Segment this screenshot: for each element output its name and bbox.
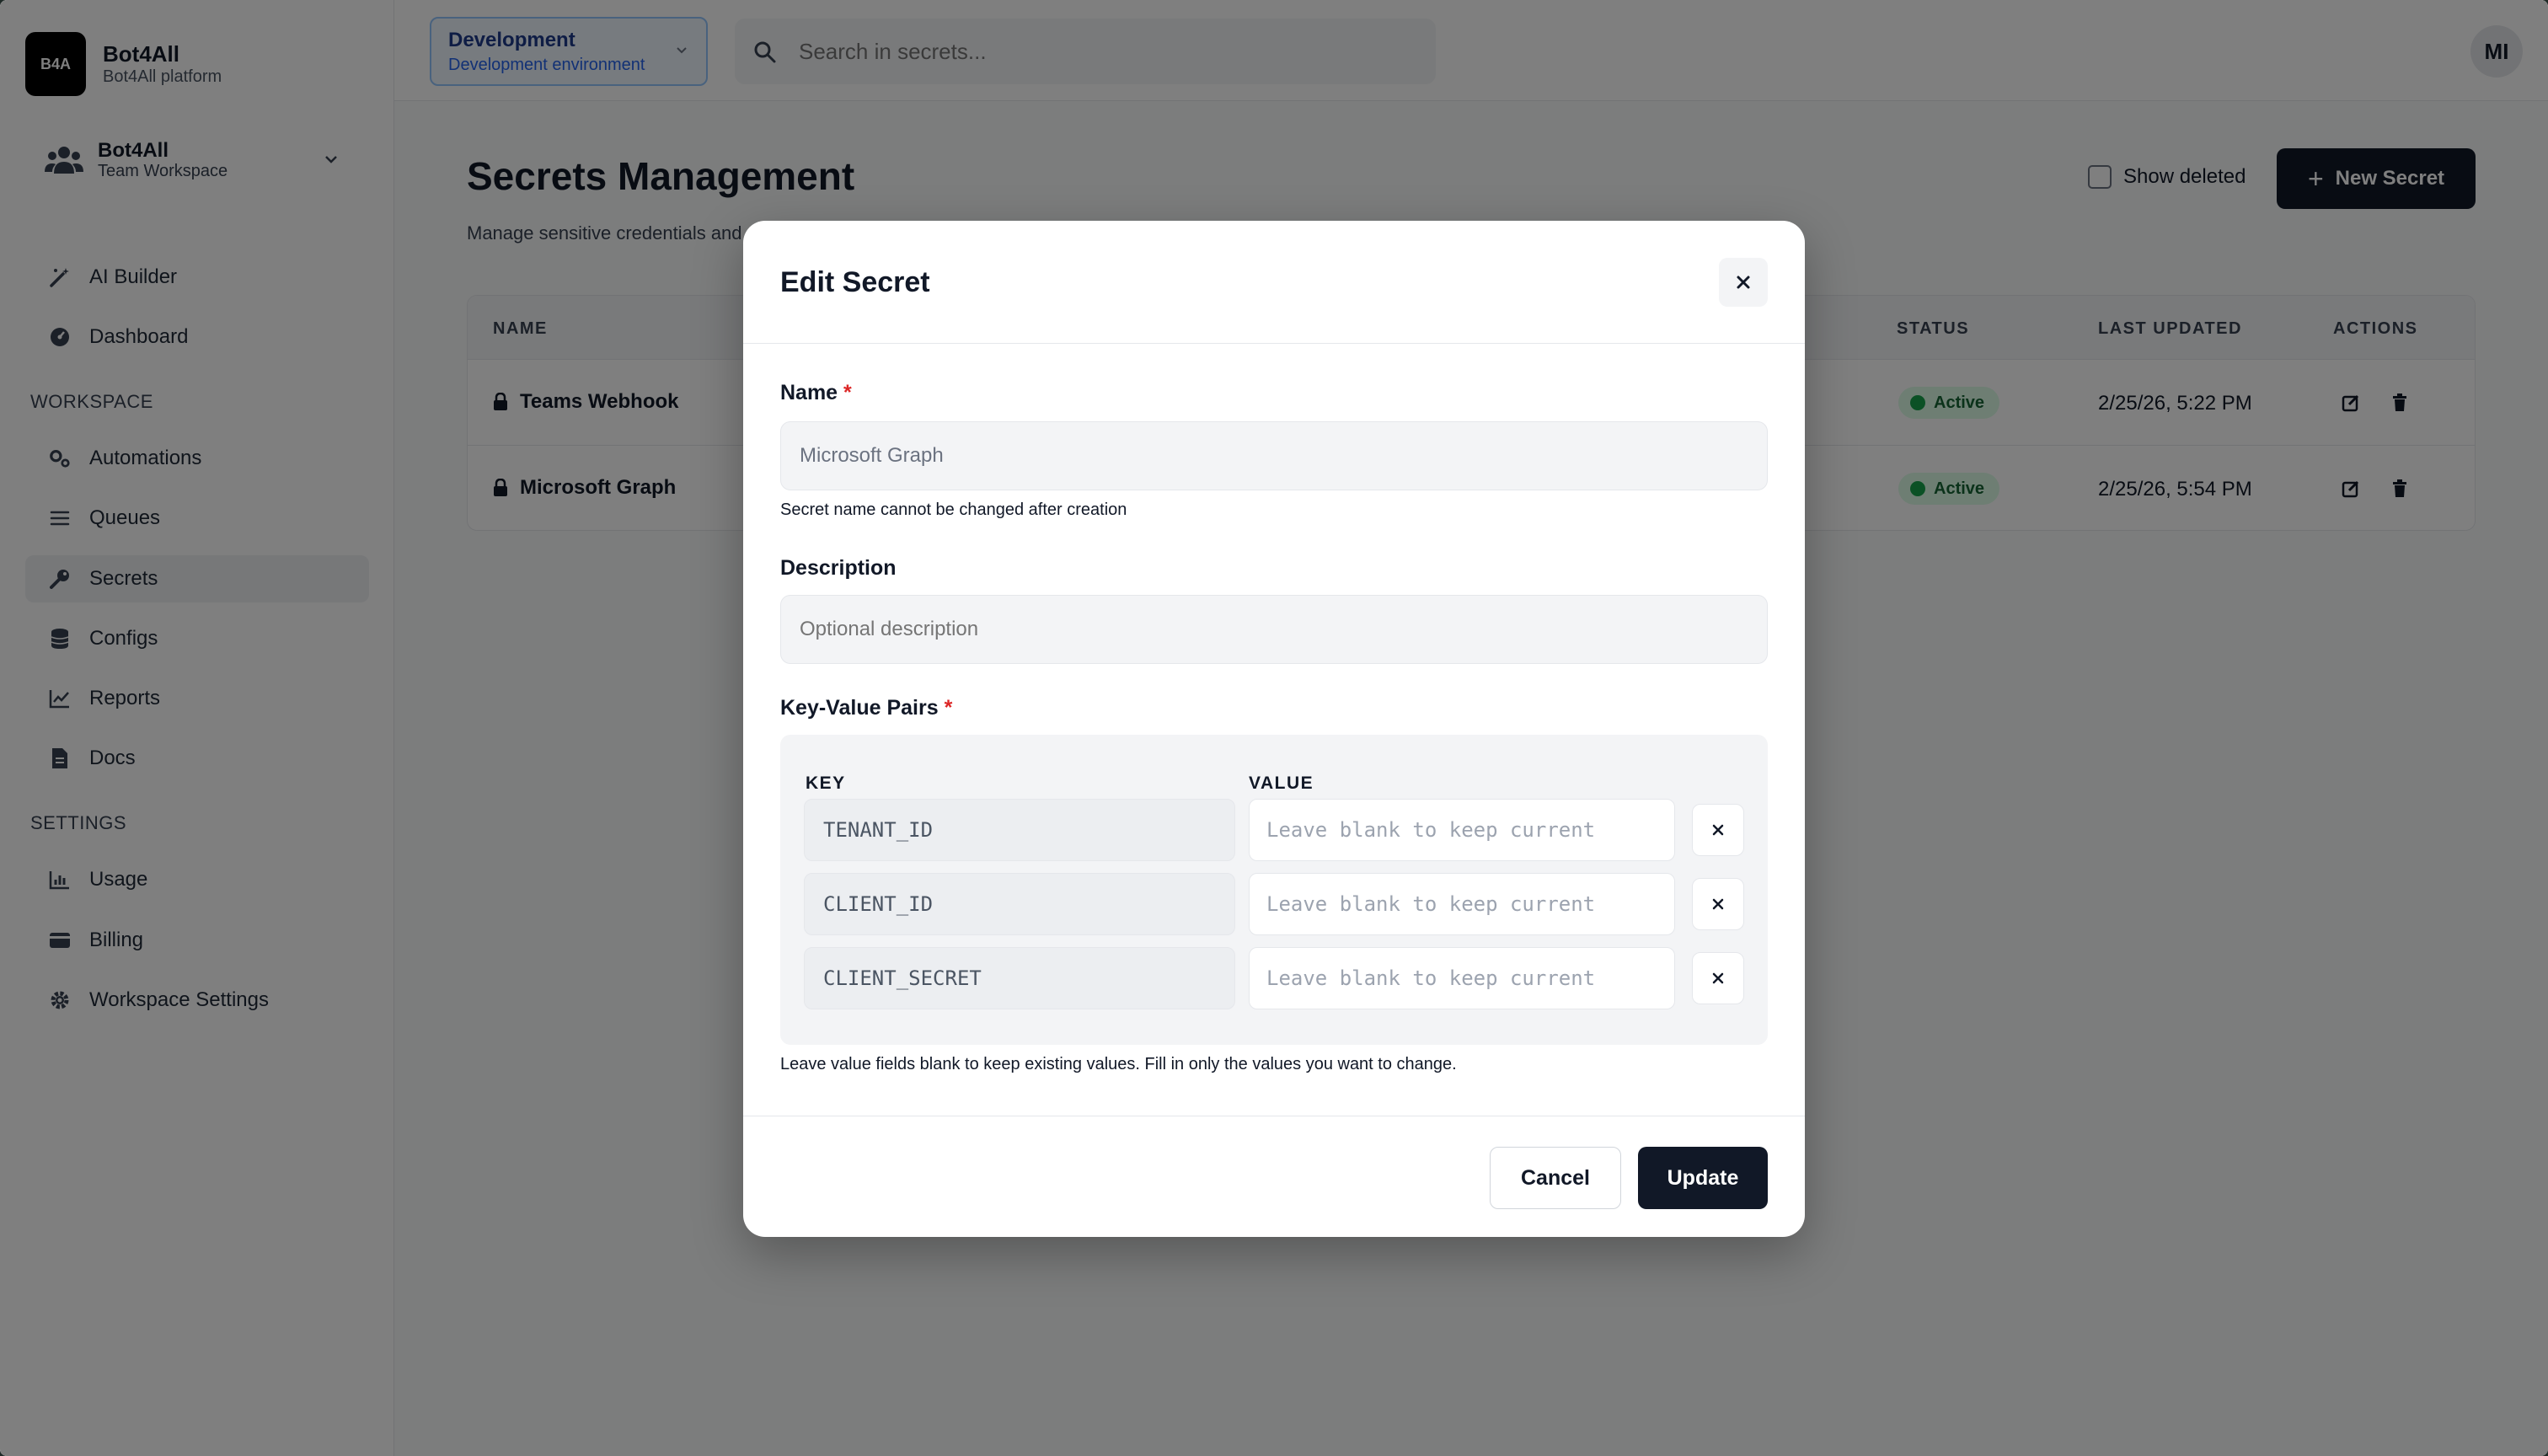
dialog-header: Edit Secret xyxy=(743,221,1805,344)
key-field[interactable] xyxy=(804,799,1235,861)
key-value-editor: KEY VALUE xyxy=(780,735,1768,1045)
name-label: Name * xyxy=(780,381,852,405)
name-help-text: Secret name cannot be changed after crea… xyxy=(780,500,1127,519)
value-field[interactable] xyxy=(1249,799,1675,861)
remove-pair-button[interactable] xyxy=(1692,804,1744,856)
value-column-header: VALUE xyxy=(1249,774,1314,793)
edit-secret-dialog: Edit Secret Name * Secret name cannot be… xyxy=(743,221,1805,1237)
value-field[interactable] xyxy=(1249,947,1675,1009)
close-icon xyxy=(1712,824,1724,836)
description-label: Description xyxy=(780,556,897,580)
name-label-text: Name xyxy=(780,381,838,404)
remove-pair-button[interactable] xyxy=(1692,952,1744,1004)
close-icon xyxy=(1712,972,1724,984)
key-field[interactable] xyxy=(804,873,1235,935)
required-mark: * xyxy=(944,696,953,720)
description-field[interactable] xyxy=(780,595,1768,664)
value-field[interactable] xyxy=(1249,873,1675,935)
name-field[interactable] xyxy=(780,421,1768,490)
dialog-footer: Cancel Update xyxy=(743,1116,1805,1237)
dialog-title: Edit Secret xyxy=(780,266,930,298)
close-button[interactable] xyxy=(1719,258,1768,307)
required-mark: * xyxy=(843,381,852,404)
cancel-button[interactable]: Cancel xyxy=(1490,1147,1621,1209)
key-value-help-text: Leave value fields blank to keep existin… xyxy=(780,1055,1457,1073)
key-column-header: KEY xyxy=(806,774,846,793)
key-value-label: Key-Value Pairs * xyxy=(780,696,952,720)
app-window: B4A Bot4All Bot4All platform Bot4All Tea… xyxy=(0,0,2548,1456)
key-value-label-text: Key-Value Pairs xyxy=(780,696,939,720)
update-button[interactable]: Update xyxy=(1638,1147,1768,1209)
remove-pair-button[interactable] xyxy=(1692,878,1744,930)
close-icon xyxy=(1712,898,1724,910)
key-field[interactable] xyxy=(804,947,1235,1009)
close-icon xyxy=(1737,276,1750,289)
